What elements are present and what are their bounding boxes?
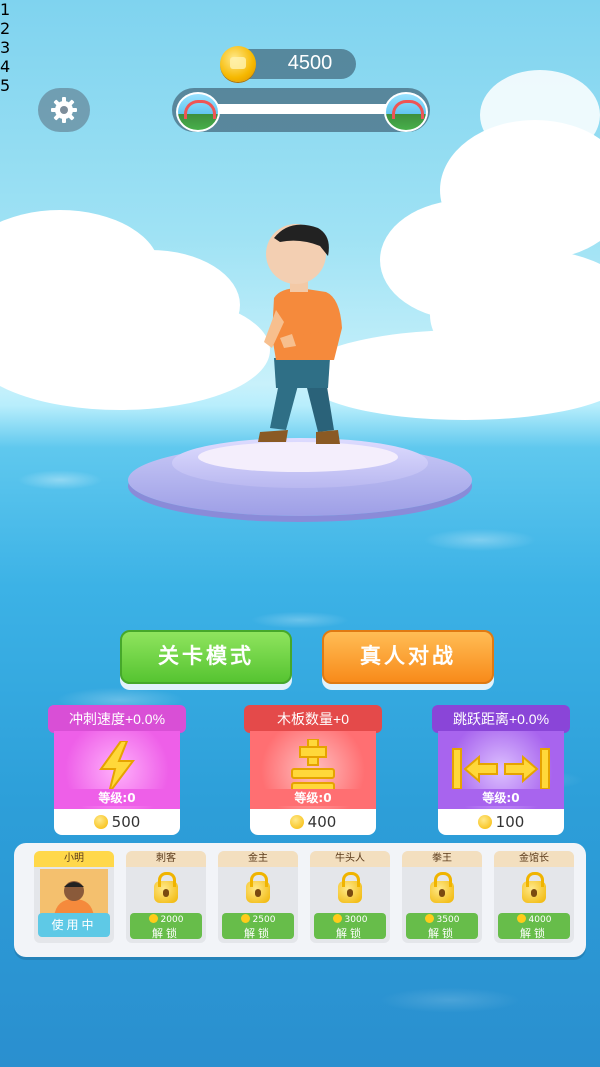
- roster-slot-xiaoming[interactable]: 小明 使用中: [34, 851, 114, 943]
- roster-slot-jinzhu[interactable]: 金主 2500 解锁: [218, 851, 298, 943]
- player-character: [258, 224, 342, 444]
- upgrade-price-value: 400: [307, 813, 337, 831]
- character-name: 金主: [218, 851, 298, 867]
- character-avatar-icon: [40, 869, 108, 917]
- character-portrait: [224, 869, 292, 917]
- lock-icon: [430, 872, 454, 903]
- character-name: 拳王: [402, 851, 482, 867]
- lock-icon: [338, 872, 362, 903]
- unlock-label: 解锁: [520, 927, 548, 940]
- upgrade-price-value: 100: [495, 813, 525, 831]
- game-screen: 4500 1 2 3 4 5 关卡模式 真人对战 冲刺速度+0.0% 等级:0 …: [0, 0, 600, 1067]
- upgrade-card-plank-count[interactable]: 木板数量+0 等级:0 400: [244, 705, 382, 835]
- roster-slot-boxing-king[interactable]: 拳王 3500 解锁: [402, 851, 482, 943]
- unlock-button[interactable]: 2000 解锁: [130, 913, 202, 940]
- pvp-mode-button[interactable]: 真人对战: [322, 630, 494, 684]
- level-progress-track: [212, 104, 392, 114]
- coin-amount: 4500: [287, 52, 333, 74]
- unlock-cost: 3000: [344, 915, 368, 925]
- lock-icon: [246, 872, 270, 903]
- roster-slot-assassin[interactable]: 刺客 2000 解锁: [126, 851, 206, 943]
- unlock-label: 解锁: [428, 927, 456, 940]
- unlock-button[interactable]: 2500 解锁: [222, 913, 294, 940]
- coin-icon: [240, 914, 250, 923]
- settings-button[interactable]: [38, 88, 90, 132]
- coin-icon: [424, 914, 434, 923]
- lock-icon: [154, 872, 178, 903]
- upgrade-level-value: 0: [511, 791, 520, 805]
- unlock-label: 解锁: [244, 927, 272, 940]
- unlock-cost: 2000: [160, 915, 184, 925]
- unlock-cost: 3500: [436, 915, 460, 925]
- unlock-button[interactable]: 3500 解锁: [406, 913, 478, 940]
- character-portrait: [132, 869, 200, 917]
- upgrade-card-jump-distance[interactable]: 跳跃距离+0.0% 等级:0 100: [432, 705, 570, 835]
- gear-icon: [51, 97, 77, 123]
- upgrade-level: 等级:0: [54, 789, 180, 806]
- coin-icon: [148, 914, 158, 923]
- jump-arrows-icon: [452, 748, 550, 790]
- upgrade-price[interactable]: 100: [438, 809, 564, 835]
- upgrade-level: 等级:0: [250, 789, 376, 806]
- finish-stage-icon: [384, 92, 428, 132]
- plank-plus-icon: [291, 739, 335, 793]
- coin-icon: [93, 815, 108, 829]
- unlock-label: 解锁: [152, 927, 180, 940]
- roster-slot-gym-master[interactable]: 金馆长 4000 解锁: [494, 851, 574, 943]
- unlock-cost: 4000: [528, 915, 552, 925]
- unlock-cost: 2500: [252, 915, 276, 925]
- coin-icon: [477, 815, 492, 829]
- upgrade-price[interactable]: 400: [250, 809, 376, 835]
- level-node-1: 1: [0, 0, 11, 19]
- coin-icon: [289, 815, 304, 829]
- coin-icon: [332, 914, 342, 923]
- in-use-badge: 使用中: [38, 913, 110, 937]
- unlock-button[interactable]: 4000 解锁: [498, 913, 570, 940]
- upgrade-price[interactable]: 500: [54, 809, 180, 835]
- character-name: 小明: [34, 851, 114, 867]
- start-stage-icon: [176, 92, 220, 132]
- upgrade-level-label: 等级:: [98, 791, 128, 805]
- lightning-icon: [99, 741, 135, 793]
- character-portrait: [500, 869, 568, 917]
- coin-icon: [220, 46, 256, 82]
- upgrade-level-label: 等级:: [482, 791, 512, 805]
- character-name: 牛头人: [310, 851, 390, 867]
- upgrade-price-value: 500: [111, 813, 141, 831]
- upgrade-title: 跳跃距离+0.0%: [432, 705, 570, 733]
- upgrade-title: 冲刺速度+0.0%: [48, 705, 186, 733]
- level-node-2: 2: [0, 19, 11, 38]
- upgrade-card-dash-speed[interactable]: 冲刺速度+0.0% 等级:0 500: [48, 705, 186, 835]
- character-portrait: [40, 869, 108, 917]
- character-name: 刺客: [126, 851, 206, 867]
- level-mode-button[interactable]: 关卡模式: [120, 630, 292, 684]
- character-name: 金馆长: [494, 851, 574, 867]
- upgrade-title: 木板数量+0: [244, 705, 382, 733]
- upgrade-level-value: 0: [323, 791, 332, 805]
- character-portrait: [316, 869, 384, 917]
- coin-icon: [516, 914, 526, 923]
- unlock-label: 解锁: [336, 927, 364, 940]
- unlock-button[interactable]: 3000 解锁: [314, 913, 386, 940]
- upgrade-level-value: 0: [127, 791, 136, 805]
- upgrade-level-label: 等级:: [294, 791, 324, 805]
- lock-icon: [522, 872, 546, 903]
- upgrade-level: 等级:0: [438, 789, 564, 806]
- roster-slot-minotaur[interactable]: 牛头人 3000 解锁: [310, 851, 390, 943]
- cloud: [480, 70, 600, 160]
- character-portrait: [408, 869, 476, 917]
